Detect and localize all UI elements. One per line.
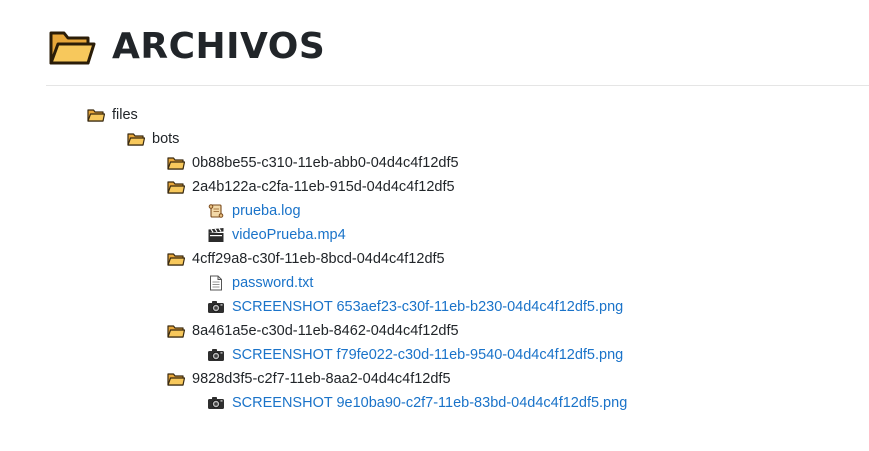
folder-icon [167, 325, 185, 338]
tree-folder-label: bots [152, 131, 180, 147]
camera-icon [208, 349, 224, 361]
file-link[interactable]: videoPrueba.mp4 [232, 227, 346, 243]
tree-folder-label: 8a461a5e-c30d-11eb-8462-04d4c4f12df5 [192, 323, 459, 339]
file-link[interactable]: prueba.log [232, 203, 301, 219]
tree-folder[interactable]: 4cff29a8-c30f-11eb-8bcd-04d4c4f12df5 [0, 247, 869, 271]
camera-icon [208, 301, 224, 313]
tree-file: prueba.log [0, 199, 869, 223]
document-icon [210, 275, 222, 291]
folder-icon [87, 109, 105, 122]
tree-folder-label: 9828d3f5-c2f7-11eb-8aa2-04d4c4f12df5 [192, 371, 451, 387]
folder-icon [167, 253, 185, 266]
camera-icon [208, 397, 224, 409]
open-folder-icon [49, 31, 96, 65]
clapperboard-icon [208, 228, 224, 242]
header-divider [46, 85, 869, 86]
tree-file: SCREENSHOT 9e10ba90-c2f7-11eb-83bd-04d4c… [0, 391, 869, 415]
file-tree: files bots 0b88be55-c310-11eb-abb0-04d4c… [0, 103, 869, 415]
scroll-icon [208, 204, 224, 218]
tree-folder-bots[interactable]: bots [0, 127, 869, 151]
folder-icon [167, 373, 185, 386]
folder-icon [167, 181, 185, 194]
tree-folder[interactable]: 0b88be55-c310-11eb-abb0-04d4c4f12df5 [0, 151, 869, 175]
tree-file: password.txt [0, 271, 869, 295]
page-title: ARCHIVOS [112, 26, 326, 67]
tree-folder[interactable]: 9828d3f5-c2f7-11eb-8aa2-04d4c4f12df5 [0, 367, 869, 391]
tree-file: SCREENSHOT f79fe022-c30d-11eb-9540-04d4c… [0, 343, 869, 367]
folder-icon [167, 157, 185, 170]
tree-folder-label: 4cff29a8-c30f-11eb-8bcd-04d4c4f12df5 [192, 251, 445, 267]
tree-folder[interactable]: 2a4b122a-c2fa-11eb-915d-04d4c4f12df5 [0, 175, 869, 199]
tree-folder[interactable]: 8a461a5e-c30d-11eb-8462-04d4c4f12df5 [0, 319, 869, 343]
tree-file: SCREENSHOT 653aef23-c30f-11eb-b230-04d4c… [0, 295, 869, 319]
tree-folder-label: 2a4b122a-c2fa-11eb-915d-04d4c4f12df5 [192, 179, 455, 195]
file-link[interactable]: password.txt [232, 275, 313, 291]
file-link[interactable]: SCREENSHOT 653aef23-c30f-11eb-b230-04d4c… [232, 299, 623, 315]
page-header: ARCHIVOS [48, 22, 325, 72]
tree-folder-files[interactable]: files [0, 103, 869, 127]
folder-icon [127, 133, 145, 146]
page: ARCHIVOS files bots 0b88be55-c310-11eb-a… [0, 0, 869, 451]
file-link[interactable]: SCREENSHOT 9e10ba90-c2f7-11eb-83bd-04d4c… [232, 395, 627, 411]
tree-file: videoPrueba.mp4 [0, 223, 869, 247]
tree-folder-label: 0b88be55-c310-11eb-abb0-04d4c4f12df5 [192, 155, 459, 171]
file-link[interactable]: SCREENSHOT f79fe022-c30d-11eb-9540-04d4c… [232, 347, 623, 363]
tree-folder-label: files [112, 107, 138, 123]
